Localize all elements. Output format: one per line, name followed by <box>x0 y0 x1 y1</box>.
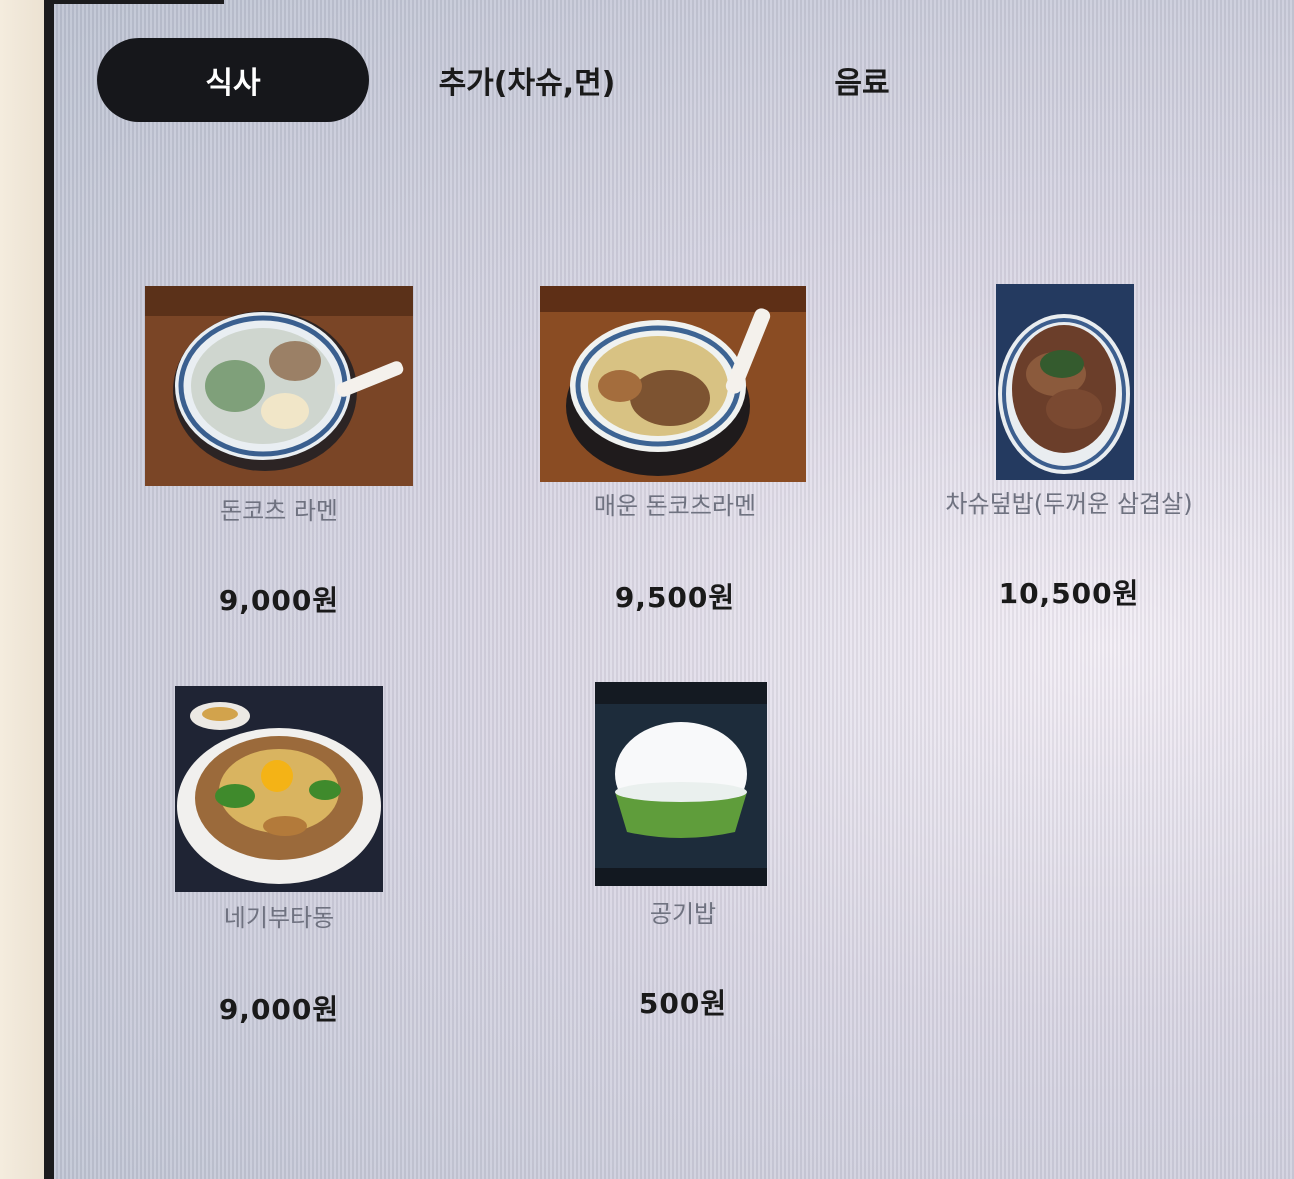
kiosk-screen: 식사 추가(차슈,면) 음료 돈코츠 라멘 9,000원 매운 돈코츠라멘 9,… <box>54 0 1294 1179</box>
menu-item-spicy-tonkotsu-ramen[interactable]: 매운 돈코츠라멘 9,500원 <box>510 286 840 626</box>
tab-meal[interactable]: 식사 <box>97 38 369 122</box>
menu-item-chashu-rice-bowl[interactable]: 차슈덮밥(두꺼운 삼겹살) 10,500원 <box>904 284 1234 624</box>
tonkotsu-ramen-photo <box>145 286 413 486</box>
menu-item-steamed-rice[interactable]: 공기밥 500원 <box>518 682 848 1022</box>
menu-item-name: 차슈덮밥(두꺼운 삼겹살) <box>945 490 1193 518</box>
menu-item-name: 네기부타동 <box>223 904 335 932</box>
tab-extras[interactable]: 추가(차슈,면) <box>427 38 627 122</box>
menu-item-tonkotsu-ramen[interactable]: 돈코츠 라멘 9,000원 <box>114 286 444 626</box>
menu-item-name: 돈코츠 라멘 <box>219 497 339 525</box>
menu-item-price: 10,500원 <box>998 577 1140 610</box>
menu-item-price: 9,500원 <box>614 581 736 614</box>
spicy-tonkotsu-ramen-photo <box>540 286 806 482</box>
negi-butadon-photo <box>175 686 383 892</box>
screen-top-bar <box>54 0 224 4</box>
category-tabs: 식사 추가(차슈,면) 음료 <box>97 38 997 122</box>
menu-item-name: 공기밥 <box>649 900 717 928</box>
device-bezel <box>0 0 44 1179</box>
menu-item-negi-butadon[interactable]: 네기부타동 9,000원 <box>114 686 444 1026</box>
menu-item-price: 9,000원 <box>218 584 340 617</box>
screen-edge <box>44 0 54 1179</box>
rice-bowl-photo <box>595 682 767 886</box>
menu-item-price: 500원 <box>638 987 728 1020</box>
chashu-rice-bowl-photo <box>996 284 1134 480</box>
menu-item-price: 9,000원 <box>218 993 340 1026</box>
menu-item-name: 매운 돈코츠라멘 <box>593 492 757 520</box>
tab-drinks[interactable]: 음료 <box>787 38 937 122</box>
